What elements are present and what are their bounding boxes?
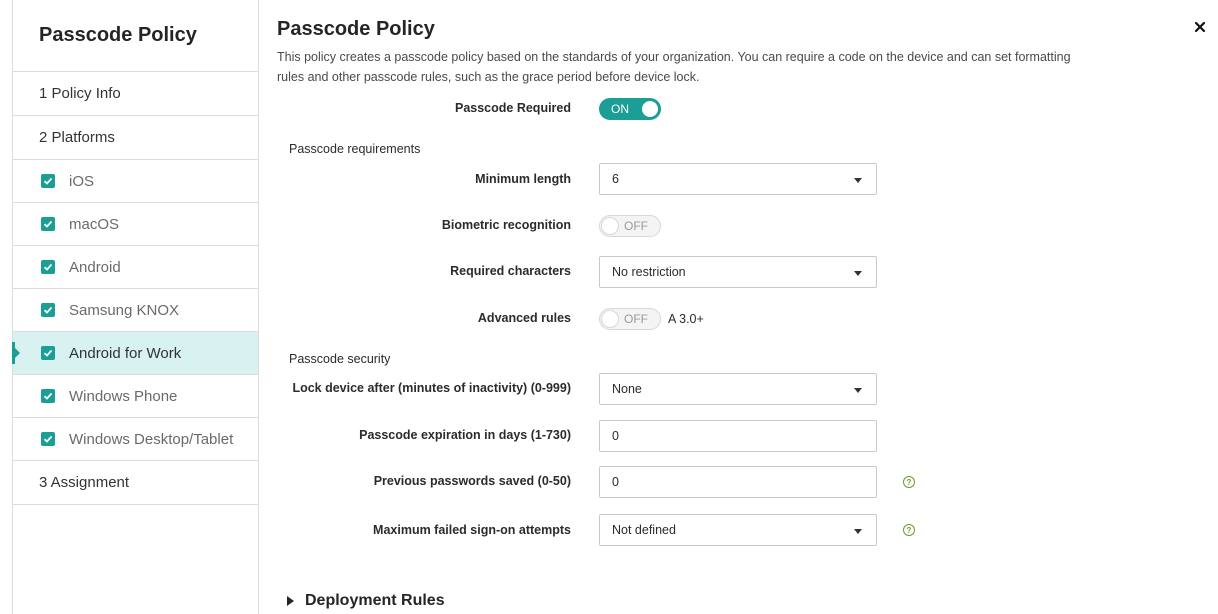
step-label: 3 Assignment xyxy=(39,474,130,491)
chevron-down-icon xyxy=(854,271,862,276)
passcode-required-label: Passcode Required xyxy=(454,101,571,115)
max-failed-attempts-select[interactable]: Not defined xyxy=(599,514,877,546)
minimum-length-label: Minimum length xyxy=(475,172,571,186)
deployment-rules-expander[interactable]: Deployment Rules xyxy=(287,592,445,610)
platform-macos[interactable]: macOS xyxy=(13,203,258,246)
lock-device-label: Lock device after (minutes of inactivity… xyxy=(292,381,571,395)
max-failed-attempts-label: Maximum failed sign-on attempts xyxy=(373,523,571,537)
platform-label: Android for Work xyxy=(69,344,182,362)
minimum-length-select[interactable]: 6 xyxy=(599,163,877,195)
select-value: 6 xyxy=(612,172,619,186)
biometric-recognition-label: Biometric recognition xyxy=(441,218,571,232)
help-icon[interactable]: ? xyxy=(903,476,915,488)
advanced-rules-version: A 3.0+ xyxy=(668,312,704,326)
platform-android[interactable]: Android xyxy=(13,246,258,289)
policy-form: Passcode Policy This policy creates a pa… xyxy=(277,0,1207,614)
passcode-expiration-input[interactable] xyxy=(599,420,877,452)
advanced-rules-label: Advanced rules xyxy=(477,311,571,325)
checkbox-checked-icon[interactable] xyxy=(41,346,55,360)
platform-label: iOS xyxy=(69,172,95,190)
step-label: 2 Platforms xyxy=(39,129,115,146)
step-policy-info[interactable]: 1 Policy Info xyxy=(13,72,258,116)
toggle-state: OFF xyxy=(624,219,648,233)
biometric-recognition-toggle[interactable]: OFF xyxy=(599,215,661,237)
passcode-requirements-heading: Passcode requirements xyxy=(289,142,421,156)
platform-label: Samsung KNOX xyxy=(69,301,180,319)
wizard-sidebar: Passcode Policy 1 Policy Info 2 Platform… xyxy=(12,0,259,614)
platform-label: Windows Desktop/Tablet xyxy=(69,430,234,448)
passcode-expiration-label: Passcode expiration in days (1-730) xyxy=(359,428,571,442)
toggle-state: ON xyxy=(611,102,629,116)
checkbox-checked-icon[interactable] xyxy=(41,174,55,188)
platform-label: Android xyxy=(69,258,121,276)
platform-label: macOS xyxy=(69,215,120,233)
chevron-down-icon xyxy=(854,388,862,393)
toggle-knob xyxy=(642,101,658,117)
page-title: Passcode Policy xyxy=(277,18,435,40)
toggle-state: OFF xyxy=(624,312,648,326)
step-assignment[interactable]: 3 Assignment xyxy=(13,461,258,505)
select-value: None xyxy=(612,382,642,396)
select-value: No restriction xyxy=(612,265,686,279)
toggle-knob xyxy=(601,310,619,328)
step-label: 1 Policy Info xyxy=(39,85,121,102)
previous-passwords-input[interactable] xyxy=(599,466,877,498)
platform-samsung-knox[interactable]: Samsung KNOX xyxy=(13,289,258,332)
platform-ios[interactable]: iOS xyxy=(13,160,258,203)
checkbox-checked-icon[interactable] xyxy=(41,303,55,317)
platform-android-for-work[interactable]: Android for Work xyxy=(12,332,258,375)
required-characters-label: Required characters xyxy=(450,264,571,278)
platform-label: Windows Phone xyxy=(69,387,178,405)
policy-description: This policy creates a passcode policy ba… xyxy=(277,50,1071,84)
platform-windows-phone[interactable]: Windows Phone xyxy=(13,375,258,418)
close-icon[interactable] xyxy=(1193,20,1207,34)
advanced-rules-toggle[interactable]: OFF xyxy=(599,308,661,330)
passcode-security-heading: Passcode security xyxy=(289,352,391,366)
previous-passwords-label: Previous passwords saved (0-50) xyxy=(373,474,571,488)
passcode-required-toggle[interactable]: ON xyxy=(599,98,661,120)
checkbox-checked-icon[interactable] xyxy=(41,432,55,446)
checkbox-checked-icon[interactable] xyxy=(41,389,55,403)
caret-right-icon xyxy=(287,596,294,606)
step-platforms[interactable]: 2 Platforms xyxy=(13,116,258,160)
sidebar-title: Passcode Policy xyxy=(13,0,258,72)
chevron-down-icon xyxy=(854,178,862,183)
deployment-rules-label: Deployment Rules xyxy=(305,592,445,609)
checkbox-checked-icon[interactable] xyxy=(41,260,55,274)
checkbox-checked-icon[interactable] xyxy=(41,217,55,231)
chevron-down-icon xyxy=(854,529,862,534)
platform-windows-desktop-tablet[interactable]: Windows Desktop/Tablet xyxy=(13,418,258,461)
lock-device-select[interactable]: None xyxy=(599,373,877,405)
select-value: Not defined xyxy=(612,523,676,537)
toggle-knob xyxy=(601,217,619,235)
help-icon[interactable]: ? xyxy=(903,524,915,536)
required-characters-select[interactable]: No restriction xyxy=(599,256,877,288)
